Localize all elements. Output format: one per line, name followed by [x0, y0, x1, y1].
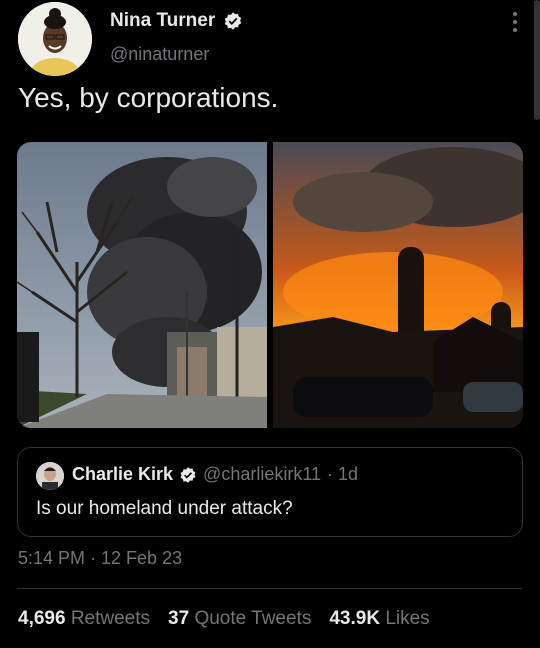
likes-label: Likes — [385, 608, 430, 629]
quoted-author-handle: @charliekirk11 — [203, 464, 322, 484]
quoted-tweet[interactable]: Charlie Kirk @charliekirk11 · 1d Is our … — [17, 447, 523, 537]
avatar-image — [18, 2, 92, 76]
media-image-left[interactable] — [17, 142, 267, 428]
tweet-media[interactable] — [17, 142, 523, 428]
likes-stat[interactable]: 43.9K Likes — [329, 608, 429, 630]
author-avatar[interactable] — [18, 2, 92, 76]
quoted-author-name: Charlie Kirk — [72, 464, 174, 484]
divider — [17, 588, 522, 589]
quoted-tweet-time: · 1d — [327, 464, 359, 484]
tweet-text: Yes, by corporations. — [18, 82, 279, 113]
quoted-tweet-header: Charlie Kirk @charliekirk11 · 1d — [72, 464, 358, 485]
author-name[interactable]: Nina Turner — [110, 10, 215, 32]
engagement-stats: 4,696 Retweets 37 Quote Tweets 43.9K Lik… — [18, 608, 430, 630]
quote-tweets-count: 37 — [168, 608, 190, 629]
retweets-stat[interactable]: 4,696 Retweets — [18, 608, 150, 630]
quoted-tweet-text: Is our homeland under attack? — [36, 498, 293, 519]
author-handle[interactable]: @ninaturner — [110, 44, 209, 65]
quoted-author-avatar — [36, 462, 64, 490]
media-image-right[interactable] — [273, 142, 523, 428]
scrollbar[interactable] — [534, 0, 540, 120]
verified-badge-icon — [180, 466, 196, 483]
tweet-timestamp[interactable]: 5:14 PM · 12 Feb 23 — [18, 548, 182, 569]
likes-count: 43.9K — [329, 608, 381, 629]
retweets-label: Retweets — [70, 608, 151, 629]
author-name-row[interactable]: Nina Turner — [110, 10, 243, 32]
retweets-count: 4,696 — [18, 608, 66, 629]
quote-tweets-stat[interactable]: 37 Quote Tweets — [168, 608, 311, 630]
verified-badge-icon — [224, 12, 242, 30]
more-options-icon[interactable] — [512, 12, 518, 32]
quote-tweets-label: Quote Tweets — [194, 608, 312, 629]
